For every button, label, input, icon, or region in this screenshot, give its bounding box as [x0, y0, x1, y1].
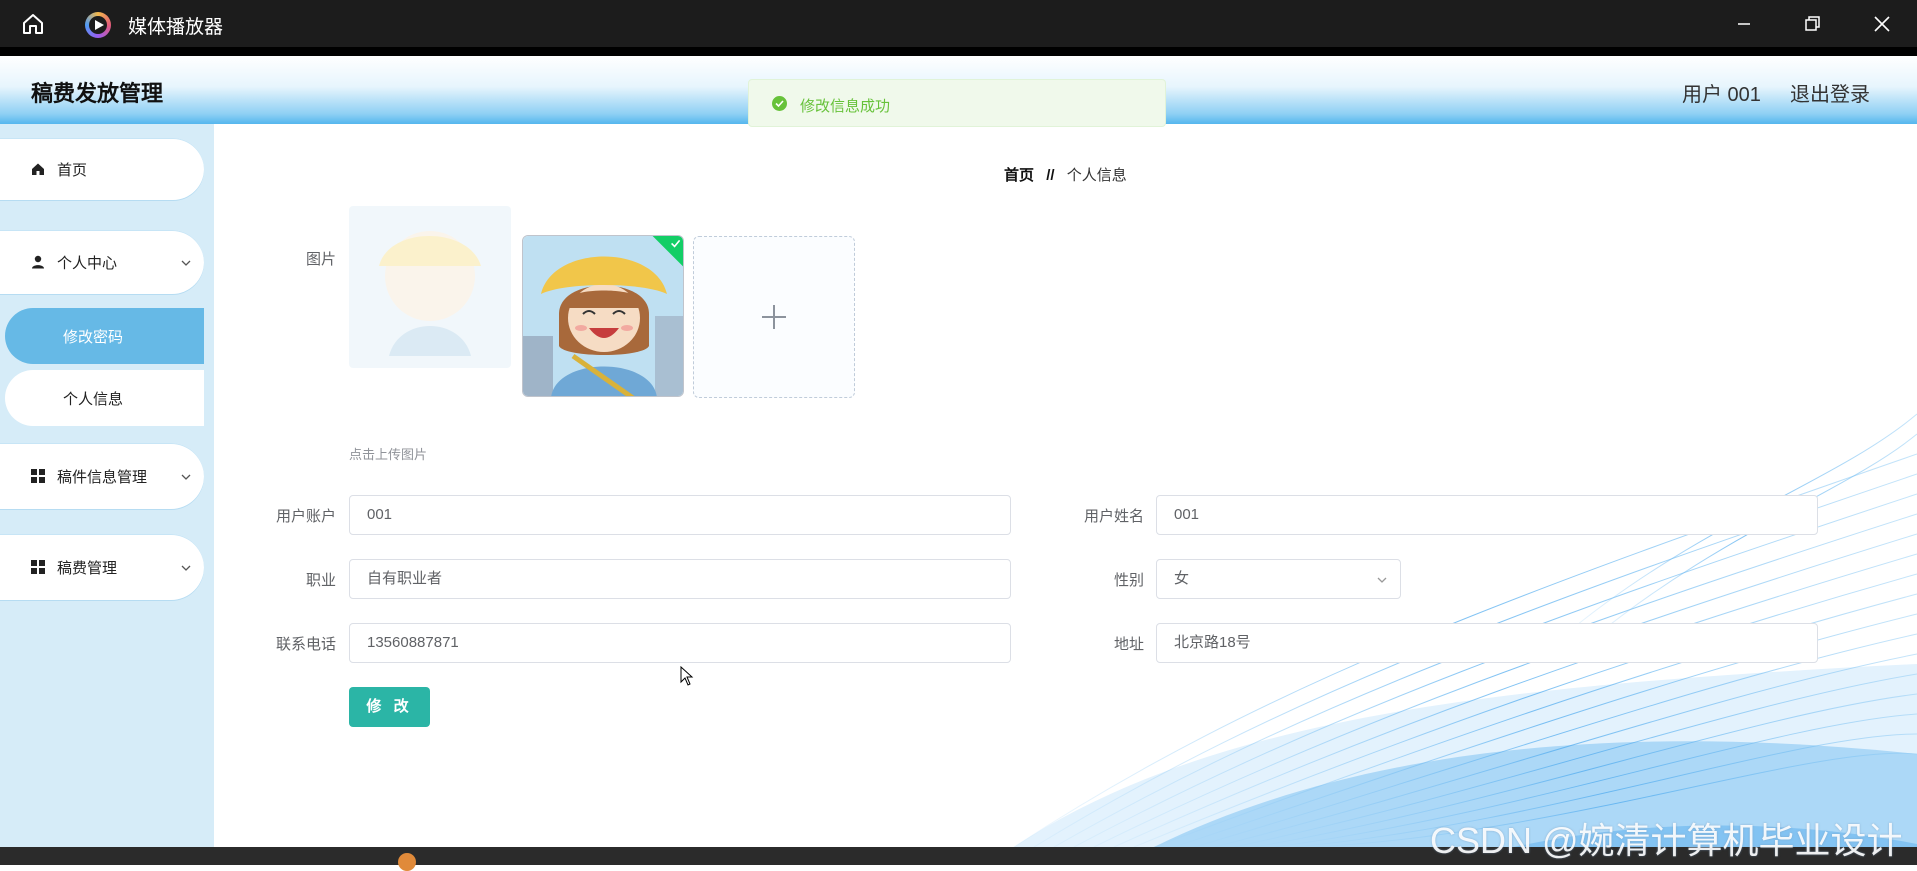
sidebar-subitem-label: 修改密码 — [63, 329, 124, 346]
gender-select[interactable]: 女 — [1156, 559, 1401, 599]
sidebar-item-change-password[interactable]: 修改密码 — [5, 308, 204, 364]
upload-hint: 点击上传图片 — [349, 447, 428, 462]
uploaded-avatar[interactable] — [522, 235, 684, 397]
minimize-icon[interactable] — [1730, 10, 1758, 38]
image-upload-button[interactable] — [693, 236, 855, 398]
sidebar-item-personal-center[interactable]: 个人中心 — [0, 230, 204, 294]
sidebar-item-label: 个人中心 — [57, 255, 118, 272]
sidebar-subitem-label: 个人信息 — [63, 391, 124, 408]
job-input[interactable]: 自有职业者 — [349, 559, 1011, 599]
address-input[interactable]: 北京路18号 — [1156, 623, 1818, 663]
account-input[interactable]: 001 — [349, 495, 1011, 535]
sidebar-item-home[interactable]: 首页 — [0, 138, 204, 200]
logout-link[interactable]: 退出登录 — [1790, 78, 1870, 107]
sidebar-item-manuscript-management[interactable]: 稿件信息管理 — [0, 443, 204, 509]
address-label: 地址 — [1113, 636, 1144, 653]
app-brand: 稿费发放管理 — [31, 81, 164, 106]
breadcrumb-current: 个人信息 — [1066, 167, 1127, 184]
submit-button[interactable]: 修 改 — [349, 687, 430, 727]
title-divider — [0, 47, 1917, 56]
avatar-preview-faded — [349, 206, 511, 368]
home-icon — [31, 162, 45, 176]
current-user: 用户 001 — [1682, 84, 1761, 106]
sidebar-item-label: 稿件信息管理 — [57, 469, 148, 486]
mouse-cursor-icon — [680, 666, 694, 686]
phone-label: 联系电话 — [275, 636, 336, 653]
check-circle-icon — [772, 96, 787, 111]
chevron-down-icon — [1377, 577, 1387, 583]
grid-icon — [31, 560, 45, 574]
avatar-image — [523, 236, 683, 396]
close-icon[interactable] — [1868, 10, 1896, 38]
chevron-down-icon — [180, 470, 192, 482]
image-label: 图片 — [305, 251, 336, 268]
maximize-icon[interactable] — [1798, 10, 1826, 38]
gender-value: 女 — [1174, 570, 1190, 587]
breadcrumb-home[interactable]: 首页 — [1004, 167, 1034, 184]
window-title: 媒体播放器 — [128, 17, 224, 38]
watermark: CSDN @婉清计算机毕业设计 — [1430, 820, 1903, 861]
seek-handle[interactable] — [398, 853, 416, 871]
job-label: 职业 — [305, 572, 336, 589]
window-titlebar: 媒体播放器 — [0, 0, 1917, 47]
name-label: 用户姓名 — [1083, 508, 1144, 525]
home-icon[interactable] — [20, 11, 46, 37]
main-content: 首页 // 个人信息 图片 点击上传图片 用户账户 001 用户姓名 001 职… — [214, 124, 1917, 847]
sidebar-item-label: 稿费管理 — [57, 560, 118, 577]
breadcrumb: 首页 // 个人信息 — [1004, 164, 1127, 185]
media-player-icon — [85, 12, 111, 38]
account-label: 用户账户 — [275, 508, 336, 525]
sidebar-item-personal-info[interactable]: 个人信息 — [5, 370, 204, 426]
chevron-down-icon — [180, 561, 192, 573]
gender-label: 性别 — [1113, 572, 1144, 589]
chevron-down-icon — [180, 256, 192, 268]
name-input[interactable]: 001 — [1156, 495, 1818, 535]
sidebar: 首页 个人中心 修改密码 个人信息 稿件信息管理 稿费管理 — [0, 124, 214, 847]
breadcrumb-separator: // — [1046, 167, 1055, 184]
success-toast: 修改信息成功 — [748, 79, 1166, 127]
sidebar-item-fee-management[interactable]: 稿费管理 — [0, 534, 204, 600]
plus-icon — [762, 305, 786, 329]
toast-message: 修改信息成功 — [800, 98, 891, 115]
grid-icon — [31, 469, 45, 483]
phone-input[interactable]: 13560887871 — [349, 623, 1011, 663]
sidebar-item-label: 首页 — [57, 162, 88, 179]
user-icon — [31, 255, 45, 269]
